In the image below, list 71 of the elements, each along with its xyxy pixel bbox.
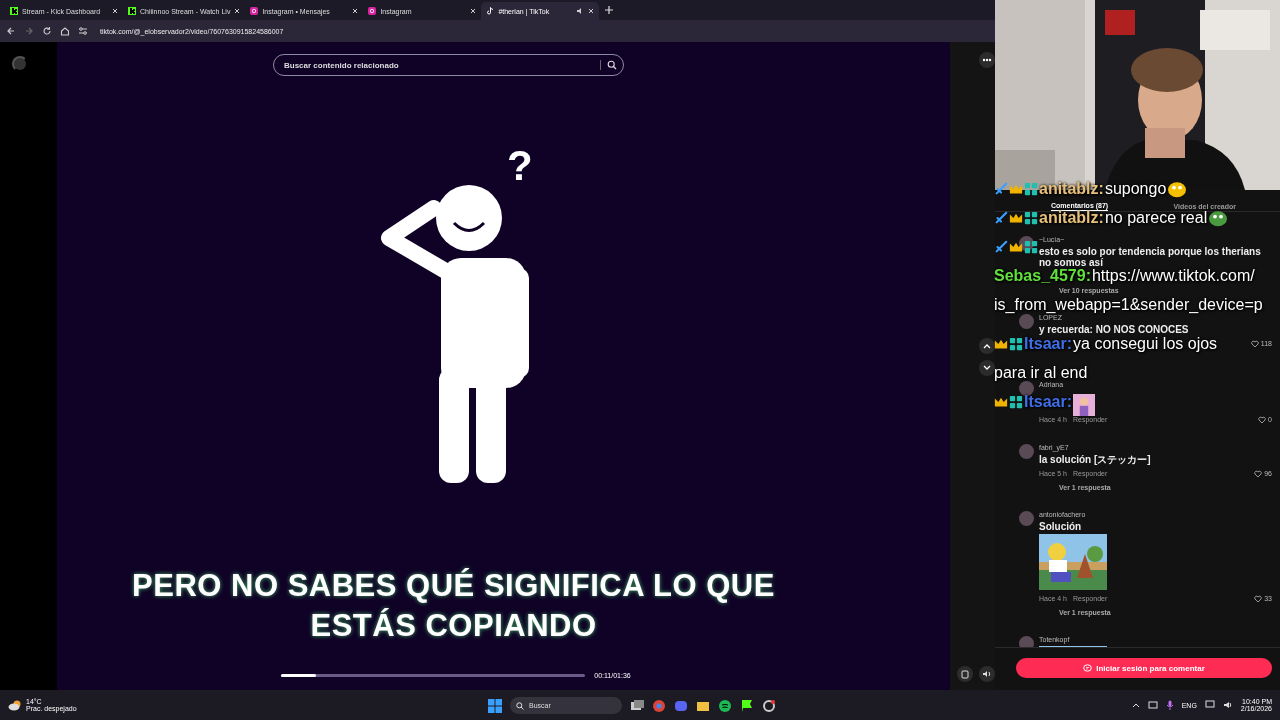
chat-username: Itsaar: [1024, 336, 1073, 352]
close-icon[interactable] [588, 8, 595, 14]
start-icon[interactable] [488, 698, 502, 713]
chat-message: https://www.tiktok.com/ [1091, 268, 1255, 284]
comment-text: Solución [1039, 521, 1083, 532]
forward-icon[interactable] [24, 26, 34, 36]
heart-icon[interactable] [1250, 339, 1259, 348]
up-arrow-button[interactable] [979, 338, 995, 354]
microphone-icon[interactable] [1165, 700, 1174, 710]
camera-icon [250, 7, 259, 15]
new-tab-icon[interactable] [605, 6, 614, 14]
chat-username: Sebas_4579: [994, 268, 1091, 284]
login-button[interactable]: Iniciar sesión para comentar [1016, 658, 1272, 678]
search-icon[interactable] [607, 60, 617, 70]
og-badge-icon [1009, 395, 1023, 409]
search-icon[interactable] [516, 701, 524, 710]
og-badge-icon [1024, 211, 1038, 225]
crown-icon [994, 337, 1008, 351]
chevron-down-icon[interactable] [983, 365, 991, 371]
chat-username: anitablz: [1039, 210, 1104, 226]
close-icon[interactable] [470, 8, 477, 14]
volume-button[interactable] [979, 666, 995, 682]
home-icon[interactable] [60, 26, 70, 36]
ellipsis-icon[interactable] [982, 58, 992, 62]
heart-icon[interactable] [1254, 469, 1263, 478]
browser-icon[interactable] [652, 698, 666, 713]
heart-icon[interactable] [1254, 594, 1263, 603]
crown-icon [1009, 240, 1023, 254]
close-icon[interactable] [112, 8, 118, 14]
close-icon[interactable] [352, 8, 359, 14]
crown-icon [994, 395, 1008, 409]
back-icon[interactable] [6, 26, 16, 36]
note-icon [486, 7, 495, 15]
window-icon[interactable] [961, 669, 969, 679]
reload-icon[interactable] [42, 26, 52, 36]
chat-message: no parece real [1104, 210, 1208, 226]
progress-track[interactable] [281, 674, 586, 677]
speaker-icon[interactable] [982, 670, 992, 678]
video-caption: PERO NO SABES QUÉ SIGNIFICA LO QUE ESTÁS COPIANDO [131, 567, 776, 645]
chat-username: Itsaar: [1024, 394, 1073, 410]
more-button[interactable] [979, 52, 995, 68]
question-mark: ? [506, 142, 533, 189]
crown-icon [1009, 211, 1023, 225]
weather-icon[interactable] [8, 699, 22, 711]
sword-icon [994, 240, 1008, 254]
task-view-icon[interactable] [630, 698, 644, 713]
og-badge-icon [1009, 337, 1023, 351]
sword-icon [994, 211, 1008, 225]
close-icon[interactable] [234, 8, 241, 14]
sliders-icon[interactable] [78, 26, 88, 36]
comment-text: y recuerda: NO NOS CONOCES [1039, 324, 1190, 335]
chat-message: is_from_webapp=1&sender_device=p [994, 297, 1263, 313]
network-icon[interactable] [1204, 700, 1215, 710]
og-badge-icon [1024, 182, 1038, 196]
down-arrow-button[interactable] [979, 360, 995, 376]
float-window-button[interactable] [957, 666, 973, 682]
search-field[interactable]: Buscar contenido relacionado [282, 59, 600, 71]
flag-icon[interactable] [740, 698, 754, 713]
sword-icon [994, 182, 1008, 196]
comment-text: esto es solo por tendencia porque los therians no somos así [1039, 246, 1262, 268]
heart-icon[interactable] [1258, 415, 1267, 424]
chat-message: ya consegui los ojos [1073, 336, 1218, 352]
chevron-up-icon[interactable] [1131, 702, 1140, 708]
volume-icon[interactable] [1222, 700, 1233, 710]
crown-icon [1009, 182, 1023, 196]
camera-icon [368, 7, 377, 15]
chat-bubble-icon [1083, 663, 1093, 673]
comment-text: la solución [ステッカー] [1039, 454, 1152, 465]
og-badge-icon [1024, 240, 1038, 254]
chat-message: para ir al end [994, 365, 1088, 381]
chat-message: supongo [1104, 181, 1167, 197]
